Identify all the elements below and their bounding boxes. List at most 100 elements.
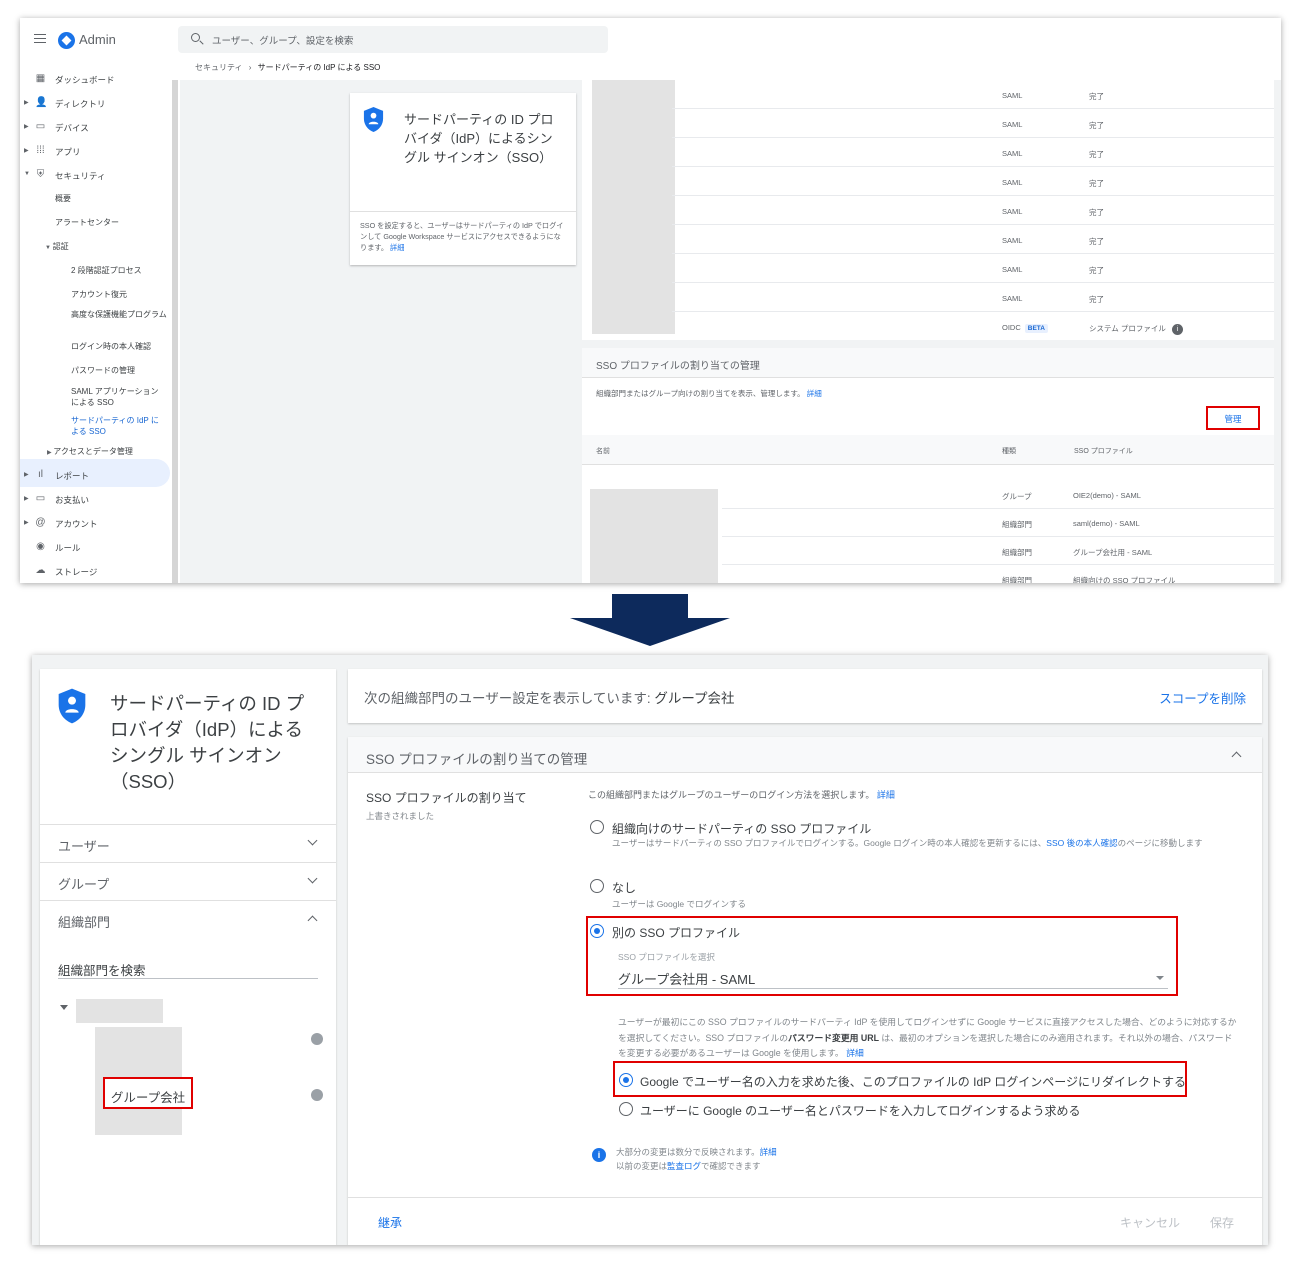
section-groups[interactable]: グループ: [40, 863, 336, 900]
section-users[interactable]: ユーザー: [40, 825, 336, 862]
table-row[interactable]: OIDC BETA システム プロファイル i: [672, 312, 1274, 341]
chevron-up-icon[interactable]: [1231, 751, 1242, 762]
google-login-label[interactable]: ユーザーに Google のユーザー名とパスワードを入力してログインするよう求め…: [640, 1102, 1081, 1119]
breadcrumb-parent[interactable]: セキュリティ: [195, 63, 243, 72]
option-none-label[interactable]: なし: [612, 879, 636, 896]
detail-link[interactable]: 詳細: [807, 389, 822, 398]
sidebar-item-storage[interactable]: ☁ ストレージ: [20, 560, 170, 582]
profile-status: 完了: [1089, 208, 1104, 217]
table-row[interactable]: 組織部門 組織向けの SSO プロファイル: [722, 565, 1274, 583]
search-input[interactable]: ユーザー、グループ、設定を検索: [178, 26, 608, 53]
menu-icon[interactable]: [34, 34, 46, 43]
sidebar-scrollbar[interactable]: [172, 80, 178, 583]
radio-none[interactable]: [590, 879, 604, 893]
ou-search-input[interactable]: 組織部門を検索: [58, 957, 318, 979]
sidebar: ▦ ダッシュボード ▶ 👤 ディレクトリ ▶ ▭ デバイス ▶ ⁞⁞⁞ アプリ …: [20, 66, 170, 583]
setting-label: SSO プロファイルの割り当て: [366, 791, 527, 805]
table-row[interactable]: SAML 完了: [672, 109, 1274, 138]
table-row[interactable]: SAML 完了: [672, 80, 1274, 109]
sidebar-sub-alert-center[interactable]: アラートセンター: [55, 217, 119, 228]
top-screenshot: Admin ユーザー、グループ、設定を検索 セキュリティ › サードパーティの …: [20, 18, 1281, 583]
audit-log-link[interactable]: 監査ログ: [667, 1161, 701, 1171]
table-row[interactable]: SAML 完了: [672, 254, 1274, 283]
sidebar-item-rules[interactable]: ◉ ルール: [20, 536, 170, 558]
section-org-units[interactable]: 組織部門: [40, 901, 336, 938]
detail-link[interactable]: 詳細: [760, 1147, 777, 1157]
detail-link[interactable]: 詳細: [877, 790, 895, 800]
note-line1: 大部分の変更は数分で反映されます。: [616, 1147, 760, 1157]
sidebar-auth-recovery[interactable]: アカウント復元: [71, 289, 127, 300]
radio-org-sso-profile[interactable]: [590, 820, 604, 834]
expand-arrow-icon[interactable]: ▶: [24, 99, 29, 106]
profile-status: 完了: [1089, 121, 1104, 130]
redirect-explanation-bold: パスワード変更用 URL: [788, 1032, 879, 1043]
sso-panel-header[interactable]: SSO プロファイルの割り当ての管理: [348, 737, 1262, 773]
sidebar-auth-saml-apps[interactable]: SAML アプリケーションによる SSO: [71, 386, 166, 408]
table-row[interactable]: SAML 完了: [672, 225, 1274, 254]
expand-arrow-icon[interactable]: ▶: [24, 471, 29, 478]
profile-status: 完了: [1089, 92, 1104, 101]
sidebar-item-label: ディレクトリ: [55, 99, 106, 109]
sidebar-auth-advanced-protection[interactable]: 高度な保護機能プログラム: [71, 309, 167, 320]
sidebar-auth-third-party-sso[interactable]: サードパーティの IdP による SSO: [71, 415, 166, 437]
table-row[interactable]: SAML 完了: [672, 196, 1274, 225]
detail-link[interactable]: 詳細: [390, 243, 404, 252]
sidebar-auth-2sv[interactable]: 2 段階認証プロセス: [71, 265, 142, 276]
manage-button[interactable]: 管理: [1206, 406, 1260, 430]
sso-profile-select[interactable]: グループ会社用 - SAML: [618, 967, 1168, 989]
radio-other-sso-profile[interactable]: [590, 924, 604, 938]
table-row[interactable]: 組織部門 グループ会社用 - SAML: [722, 537, 1274, 565]
collapse-arrow-icon: ▼: [45, 245, 53, 251]
sidebar-item-reports[interactable]: ▶ ıl レポート: [20, 464, 170, 486]
top-header: Admin ユーザー、グループ、設定を検索: [20, 18, 1281, 60]
sidebar-item-devices[interactable]: ▶ ▭ デバイス: [20, 116, 170, 138]
option-other-sso-label[interactable]: 別の SSO プロファイル: [612, 924, 740, 941]
redacted-root-ou: [76, 999, 163, 1023]
sidebar-auth-login-challenge[interactable]: ログイン時の本人確認: [71, 341, 151, 352]
radio-google-login[interactable]: [619, 1102, 633, 1116]
column-header-name[interactable]: 名前: [596, 446, 610, 456]
table-row[interactable]: SAML 完了: [672, 138, 1274, 167]
expand-arrow-icon[interactable]: ▶: [24, 495, 29, 502]
sidebar-item-security[interactable]: ▼ ⛨ セキュリティ: [20, 164, 170, 186]
column-header-kind[interactable]: 種類: [1002, 446, 1016, 456]
table-row[interactable]: SAML 完了: [672, 283, 1274, 312]
redirect-idp-label[interactable]: Google でユーザー名の入力を求めた後、このプロファイルの IdP ログイン…: [640, 1073, 1186, 1090]
sidebar-sub-auth[interactable]: ▼ 認証: [45, 241, 69, 254]
divider: [350, 211, 576, 212]
expand-arrow-icon[interactable]: ▶: [24, 147, 29, 154]
sidebar-item-account[interactable]: ▶ @ アカウント: [20, 512, 170, 534]
ou-item-group-company[interactable]: グループ会社: [103, 1077, 193, 1109]
inherit-button[interactable]: 継承: [378, 1214, 402, 1231]
assignment-description-text: 組織部門またはグループ向けの割り当てを表示、管理します。: [596, 389, 805, 398]
radio-redirect-idp[interactable]: [619, 1073, 633, 1087]
expand-arrow-icon[interactable]: ▶: [24, 519, 29, 526]
sidebar-auth-password[interactable]: パスワードの管理: [71, 365, 135, 376]
profile-status-cell: システム プロファイル i: [1089, 323, 1183, 335]
redacted-names-block: [592, 80, 675, 334]
detail-link[interactable]: 詳細: [846, 1048, 864, 1058]
save-button[interactable]: 保存: [1210, 1214, 1234, 1231]
sidebar-sub-access-data[interactable]: ▶ アクセスとデータ管理: [47, 446, 133, 459]
option-org-sso-label[interactable]: 組織向けのサードパーティの SSO プロファイル: [612, 820, 871, 837]
expand-arrow-icon[interactable]: ▶: [24, 123, 29, 130]
sidebar-item-directory[interactable]: ▶ 👤 ディレクトリ: [20, 92, 170, 114]
table-row[interactable]: SAML 完了: [672, 167, 1274, 196]
sidebar-item-apps[interactable]: ▶ ⁞⁞⁞ アプリ: [20, 140, 170, 162]
cancel-button[interactable]: キャンセル: [1120, 1214, 1180, 1231]
dashboard-icon: ▦: [35, 73, 46, 84]
option-org-sso-desc-text: ユーザーはサードパーティの SSO プロファイルでログインする。Google ロ…: [612, 838, 1047, 848]
sidebar-item-billing[interactable]: ▶ ▭ お支払い: [20, 488, 170, 510]
sidebar-item-label: アプリ: [55, 147, 81, 157]
sidebar-sub-overview[interactable]: 概要: [55, 193, 71, 204]
info-icon[interactable]: i: [1171, 323, 1183, 335]
remove-scope-link[interactable]: スコープを削除: [1159, 688, 1246, 707]
tree-collapse-icon[interactable]: [60, 1005, 68, 1010]
profile-status: 完了: [1089, 295, 1104, 304]
table-row[interactable]: 組織部門 saml(demo) - SAML: [722, 509, 1274, 537]
sidebar-item-dashboard[interactable]: ▦ ダッシュボード: [20, 68, 170, 90]
collapse-arrow-icon[interactable]: ▼: [24, 171, 30, 177]
post-sso-verification-link[interactable]: SSO 後の本人確認: [1046, 838, 1117, 848]
column-header-profile[interactable]: SSO プロファイル: [1074, 446, 1133, 456]
table-row[interactable]: グループ OIE2(demo) - SAML: [722, 481, 1274, 509]
